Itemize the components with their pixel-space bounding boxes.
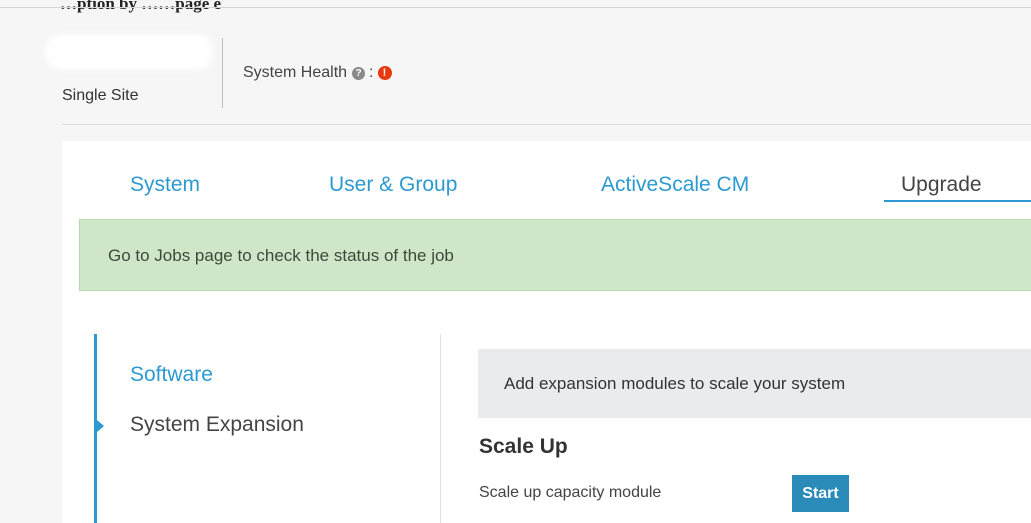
tab-user-group[interactable]: User & Group (329, 173, 457, 197)
header-divider (222, 38, 223, 108)
main-card: System User & Group ActiveScale CM Upgra… (62, 141, 1031, 523)
section-title: Scale Up (479, 435, 568, 458)
blurred-site-logo (45, 34, 213, 70)
start-button[interactable]: Start (792, 475, 849, 512)
active-tab-indicator (884, 200, 1031, 202)
info-panel: Add expansion modules to scale your syst… (478, 349, 1031, 418)
question-circle-icon[interactable]: ? (352, 66, 366, 80)
info-text: Add expansion modules to scale your syst… (504, 374, 846, 393)
tab-activescale-cm[interactable]: ActiveScale CM (601, 173, 749, 197)
tab-system[interactable]: System (130, 173, 200, 197)
tab-upgrade[interactable]: Upgrade (901, 173, 982, 197)
health-separator: : (369, 64, 374, 81)
system-health: System Health ? : ! (243, 64, 392, 82)
site-label: Single Site (62, 87, 139, 104)
banner-message: Go to Jobs page to check the status of t… (108, 246, 454, 265)
page-top-border (0, 7, 1031, 8)
content-divider (440, 334, 441, 523)
exclamation-circle-icon[interactable]: ! (377, 66, 392, 80)
scale-up-row-label: Scale up capacity module (479, 484, 662, 501)
subnav-item-software[interactable]: Software (130, 363, 213, 387)
header-separator-line (62, 124, 1031, 125)
active-item-caret-icon (97, 420, 104, 432)
system-health-label: System Health (243, 64, 348, 81)
success-banner: Go to Jobs page to check the status of t… (79, 219, 1031, 291)
subnav-item-system-expansion[interactable]: System Expansion (130, 413, 304, 437)
